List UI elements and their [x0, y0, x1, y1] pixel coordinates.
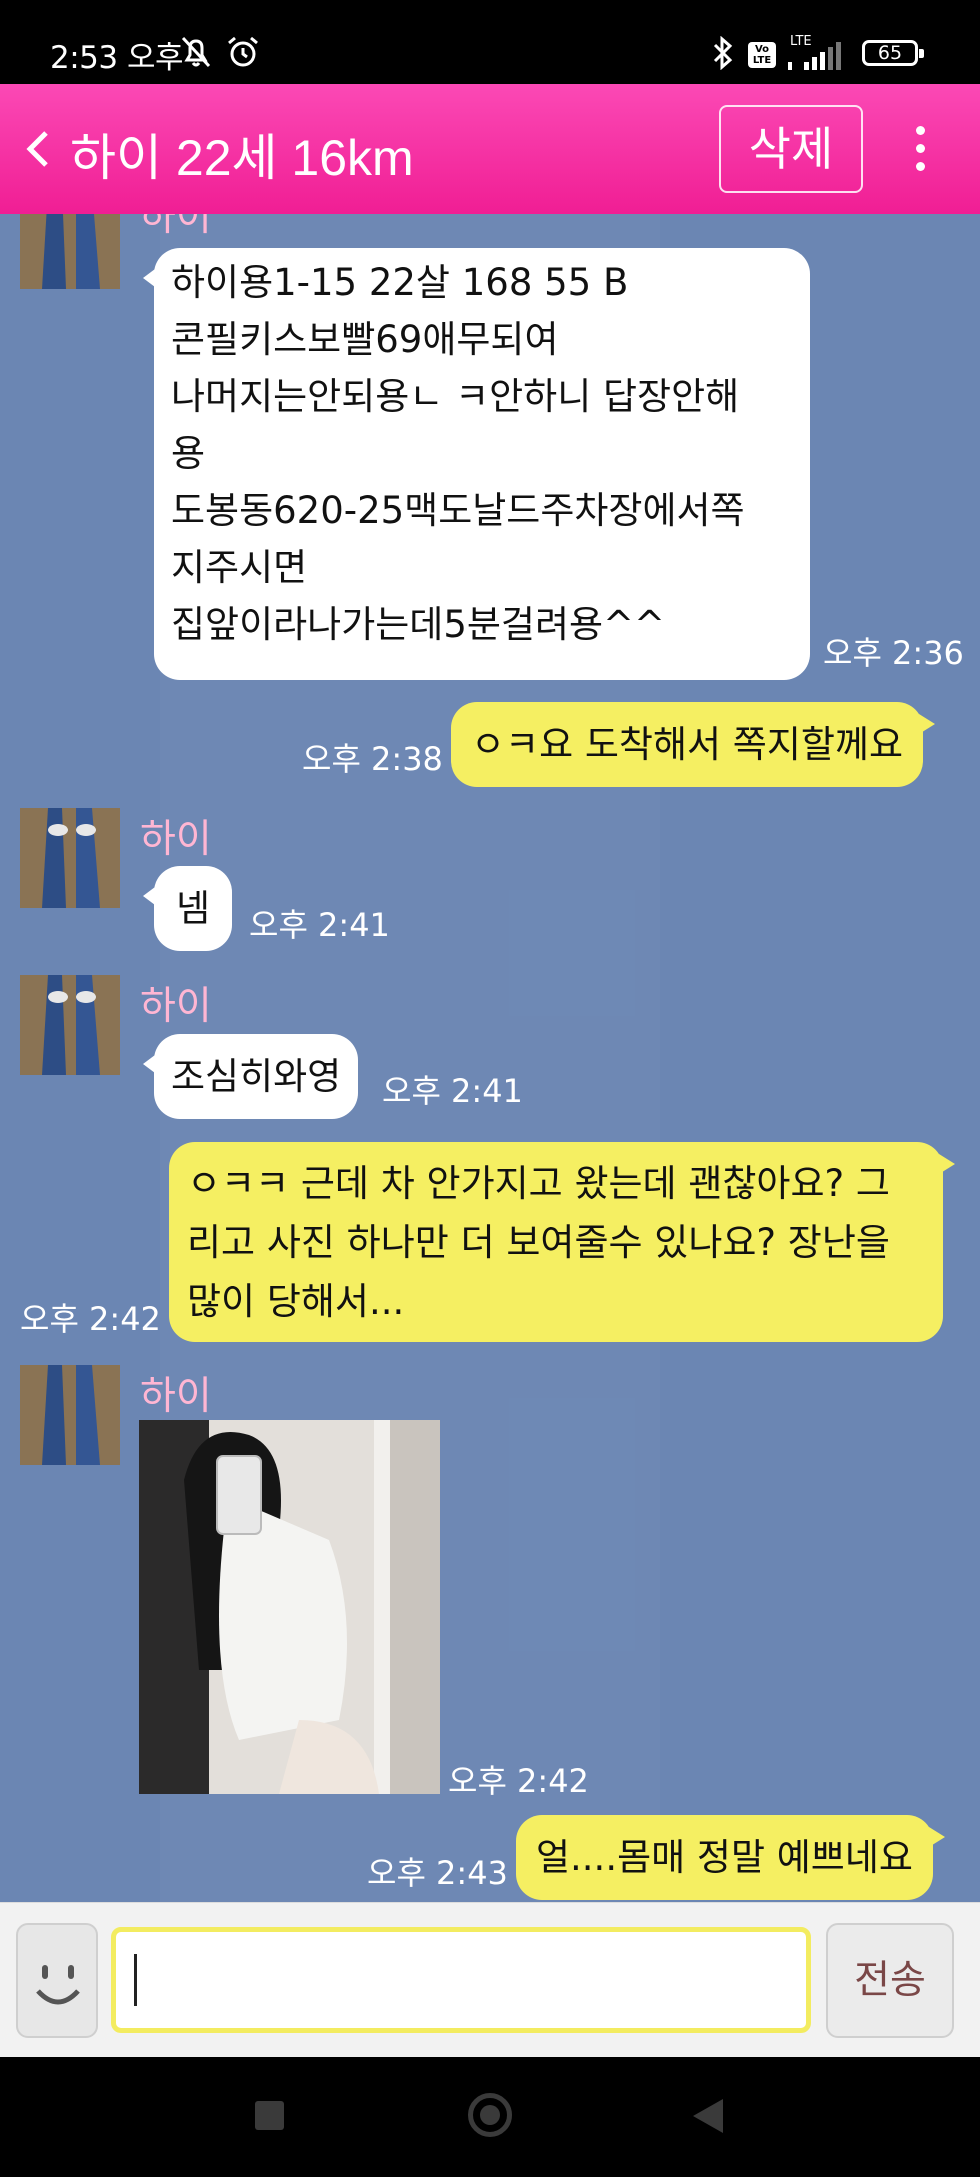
mute-bell-icon [181, 36, 211, 68]
message-time: 오후 2:38 [302, 740, 443, 778]
system-nav-bar [0, 2057, 980, 2177]
avatar[interactable] [20, 808, 120, 908]
sender-name: 하이 [140, 817, 212, 862]
status-time: 2:53 오후 [50, 40, 184, 76]
message-line: 하이용1-15 22살 168 55 B [171, 261, 629, 304]
photo-image [139, 1420, 440, 1794]
avatar-image [20, 1365, 120, 1465]
text-caret [134, 1954, 137, 2006]
avatar[interactable] [20, 214, 120, 289]
avatar[interactable] [20, 975, 120, 1075]
avatar-image [20, 975, 120, 1075]
home-circle-icon[interactable] [468, 2093, 512, 2137]
chat-title: 하이 22세 16km [70, 130, 414, 186]
send-button[interactable]: 전송 [826, 1923, 954, 2038]
volte-icon: Vo LTE [748, 42, 776, 68]
sender-name: 하이 [140, 984, 212, 1029]
message-input[interactable] [111, 1927, 811, 2033]
message-line: 콘필키스보빨69애무되여 [171, 318, 559, 361]
chat-area[interactable]: 하이 하이용1-15 22살 168 55 B 콘필키스보빨69애무되여 나머지… [0, 214, 980, 1902]
message-line: 지주시면 [171, 546, 308, 589]
delete-button[interactable]: 삭제 [719, 105, 863, 193]
status-bar: 2:53 오후 Vo LTE LTE 65 [0, 0, 980, 84]
smiley-icon [36, 1965, 80, 2005]
recents-square-icon[interactable] [255, 2101, 284, 2130]
back-triangle-icon[interactable] [693, 2099, 723, 2133]
chat-header: 하이 22세 16km 삭제 [0, 84, 980, 214]
message-bubble[interactable]: 넴 [142, 866, 233, 951]
message-time: 오후 2:36 [823, 634, 964, 672]
avatar-image [20, 808, 120, 908]
message-line: ㅇㅋㅋ 근데 차 안가지고 왔는데 괜찮아요? 그 [187, 1162, 890, 1205]
message-time: 오후 2:41 [249, 906, 390, 944]
back-chevron-icon[interactable] [22, 127, 54, 171]
message-bubble[interactable]: ㅇㅋㅋ 근데 차 안가지고 왔는데 괜찮아요? 그 리고 사진 하나만 더 보여… [169, 1142, 955, 1342]
alarm-icon [228, 36, 258, 67]
bluetooth-icon [713, 36, 733, 70]
sender-name: 하이 [140, 214, 212, 240]
message-time: 오후 2:42 [20, 1300, 161, 1338]
message-line: 나머지는안되용ㄴ ㅋ안하니 답장안해 [171, 375, 740, 418]
message-time: 오후 2:42 [448, 1762, 589, 1800]
message-bubble[interactable]: ㅇㅋ요 도착해서 쪽지할께요 [451, 702, 936, 787]
emoji-button[interactable] [16, 1923, 98, 2038]
input-bar: 전송 [0, 1902, 980, 2057]
message-line: 집앞이라나가는데5분걸려용^^ [171, 603, 666, 646]
more-vert-icon[interactable] [906, 124, 936, 174]
message-bubble[interactable]: 조심히와영 [142, 1034, 359, 1119]
avatar[interactable] [20, 1365, 120, 1465]
message-line: 도봉동620-25맥도날드주차장에서쪽 [171, 489, 745, 532]
signal-icon [788, 42, 841, 70]
avatar-image [20, 214, 120, 289]
message-bubble[interactable]: 얼....몸매 정말 예쁘네요 [516, 1815, 945, 1900]
message-line: 많이 당해서... [187, 1280, 405, 1323]
battery-icon: 65 [862, 40, 924, 66]
photo-message[interactable] [139, 1420, 440, 1794]
message-bubble[interactable]: 하이용1-15 22살 168 55 B 콘필키스보빨69애무되여 나머지는안되… [143, 248, 810, 680]
message-time: 오후 2:43 [367, 1854, 508, 1892]
message-time: 오후 2:41 [382, 1072, 523, 1110]
sender-name: 하이 [140, 1374, 212, 1419]
message-line: 리고 사진 하나만 더 보여줄수 있나요? 장난을 [187, 1221, 890, 1264]
message-line: 용 [171, 432, 206, 475]
